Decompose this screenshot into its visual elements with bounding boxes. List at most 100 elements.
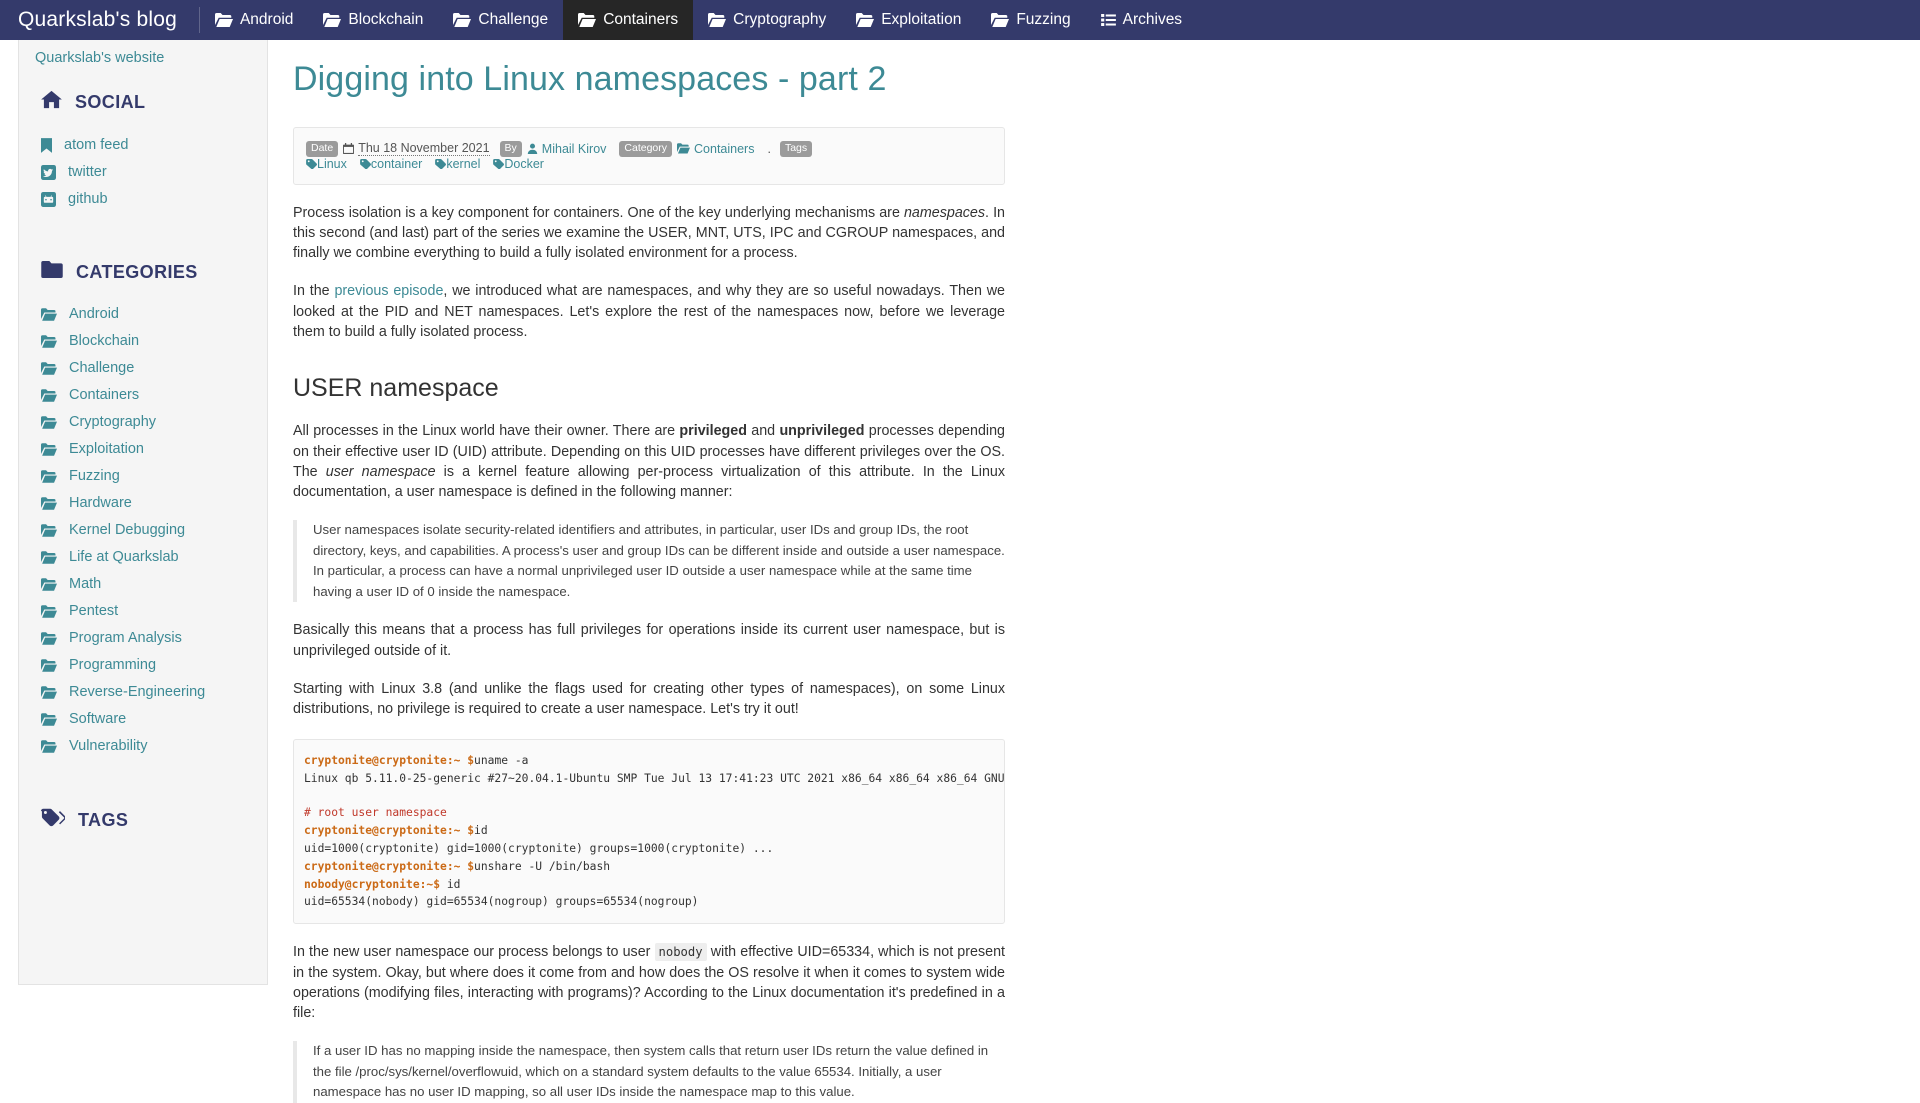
nav-item-containers[interactable]: Containers [563, 0, 694, 40]
folder-icon [41, 605, 57, 618]
article-tag-linux[interactable]: Linux [306, 157, 351, 171]
tag-icon [493, 158, 505, 169]
sidebar-item-label: Fuzzing [69, 468, 120, 485]
sidebar-item-life-at-quarkslab[interactable]: Life at Quarkslab [41, 544, 267, 571]
sidebar-item-label: Software [69, 711, 127, 728]
nav-item-blockchain[interactable]: Blockchain [308, 0, 438, 40]
sidebar-item-reverse-engineering[interactable]: Reverse-Engineering [41, 679, 267, 706]
paragraph-intro-emphasis: namespaces [903, 204, 986, 221]
sidebar-item-label: Hardware [69, 495, 132, 512]
navbar-items: Android Blockchain Challenge Containers Cryp… [200, 0, 1197, 40]
sidebar-item-software[interactable]: Software [41, 706, 267, 733]
sidebar-item-programming[interactable]: Programming [41, 652, 267, 679]
code-command: id [474, 824, 488, 837]
site-brand[interactable]: Quarkslab's blog [0, 0, 199, 40]
tags-badge: Tags [779, 141, 813, 157]
folder-icon [578, 13, 597, 27]
article-tag-list: Linux container kernel Docker [306, 157, 557, 171]
paragraph-linux-38: Starting with Linux 3.8 (and unlike the … [293, 680, 1005, 718]
date-badge: Date [306, 141, 339, 157]
article-tag-kernel[interactable]: kernel [435, 157, 484, 171]
sidebar-item-challenge[interactable]: Challenge [41, 355, 267, 382]
paragraph-privileges: All processes in the Linux world have th… [293, 421, 1005, 502]
folder-icon [41, 497, 57, 510]
nav-item-fuzzing[interactable]: Fuzzing [976, 0, 1085, 40]
folder-icon [41, 740, 57, 753]
sidebar-item-label: Kernel Debugging [69, 522, 186, 539]
sidebar-item-math[interactable]: Math [41, 571, 267, 598]
list-icon [1100, 14, 1116, 26]
sidebar-item-program-analysis[interactable]: Program Analysis [41, 625, 267, 652]
code-prompt: nobody@cryptonite:~$ [304, 877, 441, 891]
article-tag-docker[interactable]: Docker [493, 157, 548, 171]
article-tag-label: Docker [504, 156, 544, 171]
folder-icon [41, 578, 57, 591]
home-icon [41, 90, 62, 114]
tag-icon [435, 158, 447, 169]
sidebar-social-twitter[interactable]: twitter [41, 159, 267, 186]
folder-icon [41, 524, 57, 537]
sidebar-item-android[interactable]: Android [41, 301, 267, 328]
nav-item-label: Exploitation [881, 11, 962, 28]
nav-item-archives[interactable]: Archives [1086, 0, 1197, 40]
code-line-output: Linux qb 5.11.0-25-generic #27~20.04.1-U… [304, 772, 1005, 786]
article-tag-container[interactable]: container [360, 157, 426, 171]
sidebar-categories-title: CATEGORIES [76, 261, 198, 282]
sidebar-categories-list: Android Blockchain Challenge Containers Cryp… [19, 301, 267, 760]
by-badge: By [499, 141, 522, 157]
sidebar-item-vulnerability[interactable]: Vulnerability [41, 733, 267, 760]
sidebar-item-pentest[interactable]: Pentest [41, 598, 267, 625]
sidebar-item-blockchain[interactable]: Blockchain [41, 328, 267, 355]
sidebar-item-cryptography[interactable]: Cryptography [41, 409, 267, 436]
folder-icon [708, 13, 727, 27]
blockquote-user-namespace-definition: User namespaces isolate security-related… [293, 520, 1005, 603]
sidebar-item-hardware[interactable]: Hardware [41, 490, 267, 517]
sidebar-social-title: SOCIAL [75, 91, 146, 112]
para3-part2: and [746, 423, 780, 440]
folder-icon [41, 551, 57, 564]
sidebar-social-github[interactable]: github [41, 186, 267, 213]
sidebar-item-fuzzing[interactable]: Fuzzing [41, 463, 267, 490]
sidebar-item-kernel-debugging[interactable]: Kernel Debugging [41, 517, 267, 544]
sidebar-item-exploitation[interactable]: Exploitation [41, 436, 267, 463]
code-prompt: cryptonite@cryptonite:~ $ [304, 754, 475, 768]
sidebar-social-label: twitter [68, 164, 107, 181]
tag-icon [306, 158, 317, 169]
code-command: unshare -U /bin/bash [474, 859, 611, 873]
author-link[interactable]: Mihail Kirov [542, 142, 607, 156]
nav-item-label: Android [239, 11, 294, 28]
sidebar-website-link[interactable]: Quarkslab's website [19, 40, 267, 68]
sidebar-item-label: Exploitation [69, 441, 144, 458]
sidebar-item-containers[interactable]: Containers [41, 382, 267, 409]
article-tag-label: Linux [317, 156, 347, 171]
paragraph-prev-part1: In the [293, 283, 335, 300]
sidebar-item-label: Android [69, 306, 119, 323]
folder-icon [41, 308, 57, 321]
sidebar-item-label: Program Analysis [69, 630, 182, 647]
para3-bold-unprivileged: unprivileged [779, 423, 865, 440]
category-badge: Category [619, 141, 673, 157]
nav-item-challenge[interactable]: Challenge [438, 0, 563, 40]
folder-icon [41, 632, 57, 645]
code-line-prompt: cryptonite@cryptonite:~ $uname -a [304, 752, 994, 770]
paragraph-nobody-user: In the new user namespace our process be… [293, 942, 1005, 1023]
nav-item-exploitation[interactable]: Exploitation [841, 0, 976, 40]
sidebar-item-label: Containers [69, 387, 140, 404]
sidebar-item-label: Programming [69, 657, 157, 674]
sidebar-item-label: Vulnerability [69, 738, 148, 755]
previous-episode-link[interactable]: previous episode [334, 283, 443, 299]
sidebar-social-atom-feed[interactable]: atom feed [41, 132, 267, 159]
twitter-icon [41, 165, 56, 180]
code-line-prompt: cryptonite@cryptonite:~ $unshare -U /bin… [304, 858, 994, 876]
author-group[interactable]: Mihail Kirov [527, 142, 611, 156]
code-line-comment: # root user namespace [304, 806, 447, 820]
nav-item-cryptography[interactable]: Cryptography [693, 0, 841, 40]
category-link[interactable]: Containers [694, 142, 754, 156]
section-heading-user-namespace: USER namespace [293, 374, 499, 403]
nav-item-android[interactable]: Android [200, 0, 308, 40]
sidebar-item-label: Life at Quarkslab [69, 549, 179, 566]
category-group[interactable]: Containers [677, 142, 758, 156]
sidebar-item-label: Math [69, 576, 102, 593]
article-tag-label: container [370, 156, 423, 171]
